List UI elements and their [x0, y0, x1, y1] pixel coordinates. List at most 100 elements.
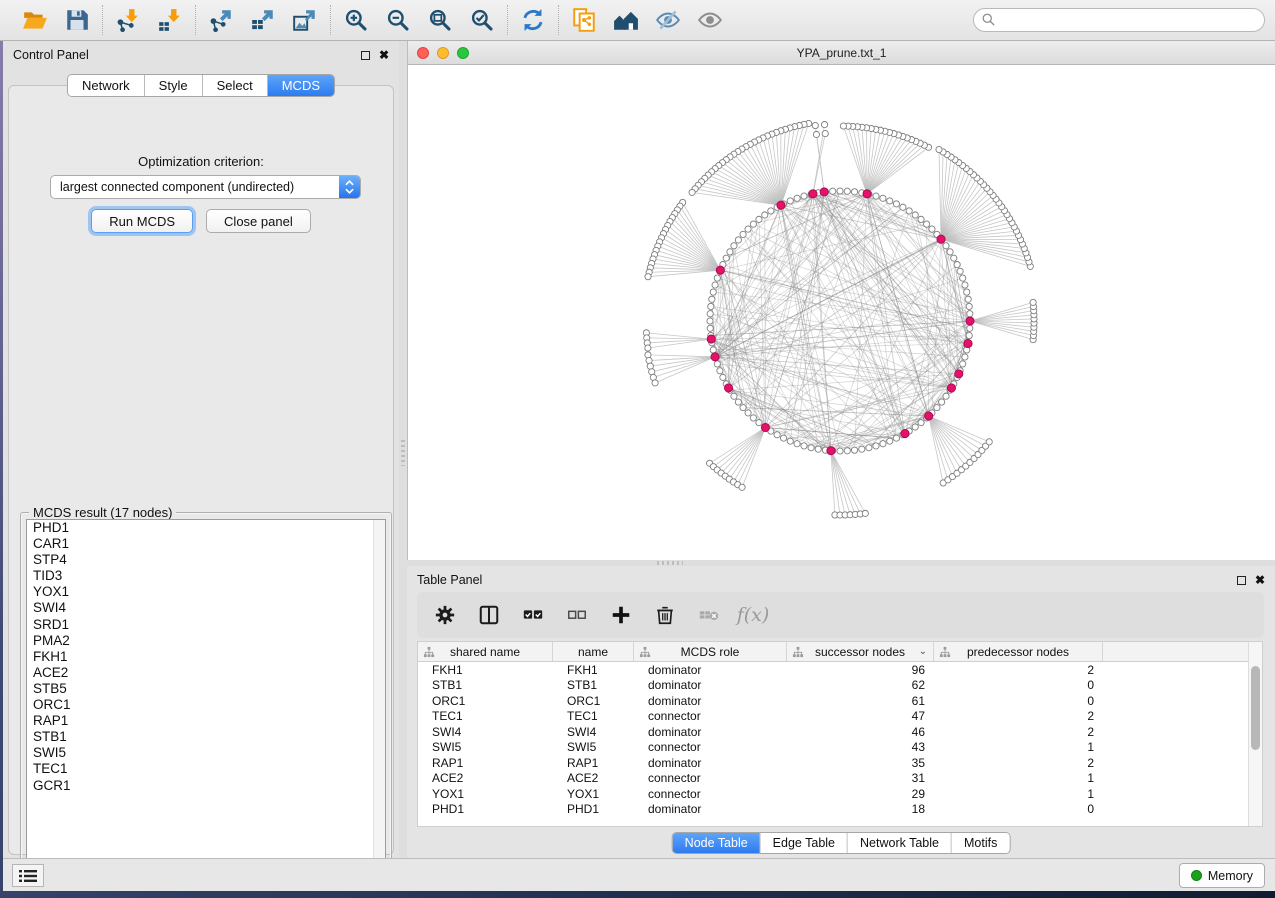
add-column-icon[interactable]	[609, 603, 633, 627]
graph-hub-node[interactable]	[716, 266, 724, 274]
graph-node[interactable]	[756, 420, 762, 426]
task-history-button[interactable]	[12, 864, 44, 887]
export-table-icon[interactable]	[249, 6, 277, 34]
column-header-shared-name[interactable]: shared name	[418, 642, 553, 661]
graph-node[interactable]	[794, 441, 800, 447]
mcds-result-item[interactable]: STB5	[27, 681, 385, 697]
graph-node[interactable]	[710, 289, 716, 295]
table-cell[interactable]: 2	[934, 709, 1103, 723]
graph-node[interactable]	[960, 275, 966, 281]
graph-node[interactable]	[887, 198, 893, 204]
graph-node[interactable]	[645, 352, 651, 358]
graph-node[interactable]	[966, 303, 972, 309]
table-cell[interactable]: ORC1	[553, 694, 634, 708]
tab-mcds[interactable]: MCDS	[268, 75, 334, 96]
graph-node[interactable]	[960, 361, 966, 367]
graph-hub-node[interactable]	[955, 370, 963, 378]
graph-node[interactable]	[723, 255, 729, 261]
graph-node[interactable]	[745, 410, 751, 416]
graph-node[interactable]	[965, 296, 971, 302]
table-cell[interactable]: SWI4	[553, 725, 634, 739]
table-cell[interactable]: TEC1	[553, 709, 634, 723]
table-cell[interactable]: SWI5	[418, 740, 553, 754]
table-cell[interactable]: 61	[787, 694, 934, 708]
zoom-in-icon[interactable]	[342, 6, 370, 34]
delete-table-icon[interactable]	[697, 603, 721, 627]
table-cell[interactable]: FKH1	[418, 663, 553, 677]
graph-hub-node[interactable]	[777, 201, 785, 209]
table-cell[interactable]: 2	[934, 725, 1103, 739]
tab-motifs[interactable]: Motifs	[952, 833, 1009, 853]
graph-node[interactable]	[815, 446, 821, 452]
graph-node[interactable]	[873, 443, 879, 449]
graph-node[interactable]	[880, 441, 886, 447]
import-table-icon[interactable]	[156, 6, 184, 34]
graph-node[interactable]	[859, 446, 865, 452]
graph-node[interactable]	[951, 255, 957, 261]
graph-node[interactable]	[893, 435, 899, 441]
mcds-result-item[interactable]: PMA2	[27, 633, 385, 649]
graph-node[interactable]	[862, 510, 868, 516]
table-cell[interactable]: connector	[634, 709, 787, 723]
table-row[interactable]: FKH1FKH1dominator962	[418, 662, 1262, 678]
float-window-icon[interactable]	[361, 51, 370, 60]
table-cell[interactable]: 46	[787, 725, 934, 739]
graph-node[interactable]	[689, 189, 695, 195]
column-header-name[interactable]: name	[553, 642, 634, 661]
graph-node[interactable]	[750, 221, 756, 227]
dropdown-stepper-icon[interactable]	[339, 176, 360, 198]
graph-node[interactable]	[943, 393, 949, 399]
graph-node[interactable]	[934, 405, 940, 411]
mcds-result-item[interactable]: PHD1	[27, 520, 385, 536]
graph-hub-node[interactable]	[827, 447, 835, 455]
graph-node[interactable]	[837, 188, 843, 194]
graph-hub-node[interactable]	[809, 190, 817, 198]
graph-hub-node[interactable]	[711, 353, 719, 361]
table-cell[interactable]: 2	[934, 756, 1103, 770]
clone-network-icon[interactable]	[570, 6, 598, 34]
graph-hub-node[interactable]	[724, 384, 732, 392]
mcds-result-item[interactable]: SWI5	[27, 745, 385, 761]
graph-node[interactable]	[739, 484, 745, 490]
tab-select[interactable]: Select	[203, 75, 268, 96]
table-cell[interactable]: dominator	[634, 663, 787, 677]
table-cell[interactable]: 62	[787, 678, 934, 692]
graph-node[interactable]	[866, 445, 872, 451]
table-cell[interactable]: connector	[634, 740, 787, 754]
graph-node[interactable]	[707, 318, 713, 324]
optimization-criterion-dropdown[interactable]: largest connected component (undirected)	[50, 175, 361, 199]
memory-button[interactable]: Memory	[1179, 863, 1265, 888]
export-network-icon[interactable]	[207, 6, 235, 34]
table-scrollbar[interactable]	[1248, 642, 1262, 826]
table-cell[interactable]: 1	[934, 787, 1103, 801]
table-row[interactable]: STB1STB1dominator620	[418, 678, 1262, 694]
table-cell[interactable]: 35	[787, 756, 934, 770]
graph-node[interactable]	[768, 208, 774, 214]
table-cell[interactable]: STB1	[418, 678, 553, 692]
graph-node[interactable]	[645, 345, 651, 351]
table-cell[interactable]: connector	[634, 787, 787, 801]
table-cell[interactable]: SWI4	[418, 725, 553, 739]
table-row[interactable]: PHD1PHD1dominator180	[418, 802, 1262, 818]
table-cell[interactable]: dominator	[634, 678, 787, 692]
graph-node[interactable]	[918, 216, 924, 222]
split-columns-icon[interactable]	[477, 603, 501, 627]
mcds-result-item[interactable]: YOX1	[27, 584, 385, 600]
mcds-result-item[interactable]: TEC1	[27, 761, 385, 777]
graph-node[interactable]	[780, 435, 786, 441]
run-mcds-button[interactable]: Run MCDS	[91, 209, 193, 233]
graph-node[interactable]	[735, 237, 741, 243]
graph-node[interactable]	[717, 368, 723, 374]
table-cell[interactable]: 47	[787, 709, 934, 723]
float-window-icon[interactable]	[1237, 576, 1246, 585]
zoom-out-icon[interactable]	[384, 6, 412, 34]
table-cell[interactable]: 29	[787, 787, 934, 801]
show-eye-icon[interactable]	[696, 6, 724, 34]
open-session-icon[interactable]	[21, 6, 49, 34]
graph-node[interactable]	[957, 268, 963, 274]
table-cell[interactable]: TEC1	[418, 709, 553, 723]
graph-hub-node[interactable]	[761, 423, 769, 431]
mcds-result-item[interactable]: ACE2	[27, 665, 385, 681]
sort-indicator-icon[interactable]: ⌄	[919, 646, 927, 657]
mcds-result-item[interactable]: SRD1	[27, 617, 385, 633]
